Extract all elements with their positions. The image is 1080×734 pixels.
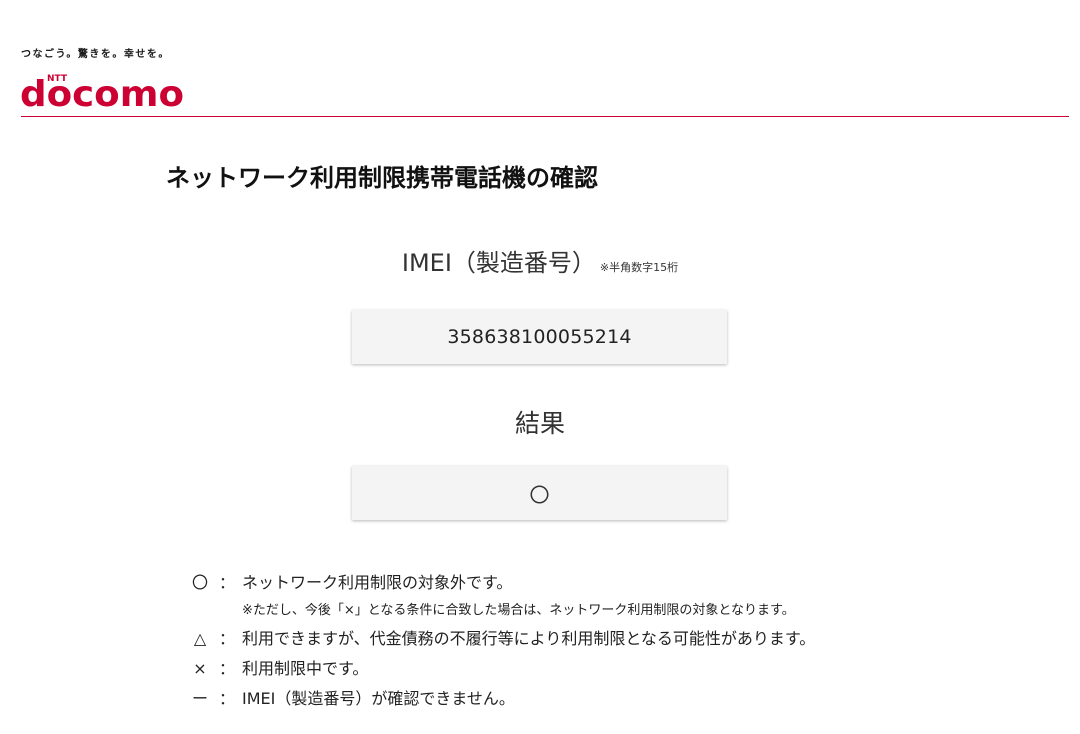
imei-format-note: ※半角数字15桁: [599, 261, 679, 274]
result-value: 〇: [529, 482, 550, 507]
imei-value-field[interactable]: 358638100055214: [352, 310, 727, 364]
legend-item-unknown: ー ： IMEI（製造番号）が確認できません。: [188, 684, 815, 714]
legend-colon: ：: [218, 573, 235, 592]
legend-item-ok: 〇 ： ネットワーク利用制限の対象外です。: [188, 568, 815, 598]
legend-note: ※ただし、今後「×」となる条件に合致した場合は、ネットワーク利用制限の対象となり…: [242, 603, 795, 618]
legend-item-restricted: × ： 利用制限中です。: [188, 654, 815, 684]
legend-symbol-cross: ×: [193, 659, 207, 678]
legend-symbol-triangle: △: [193, 629, 207, 648]
legend-colon: ：: [218, 629, 235, 648]
imei-label-row: IMEI（製造番号） ※半角数字15桁: [0, 243, 1080, 278]
brand-tagline: つなごう。驚きを。幸せを。: [21, 49, 170, 60]
header-divider: [21, 116, 1069, 117]
logo-docomo-text: docomo: [20, 74, 184, 112]
legend-symbol-circle: 〇: [191, 573, 208, 592]
legend-text: 利用制限中です。: [242, 659, 369, 678]
legend-colon: ：: [218, 689, 235, 708]
result-label: 結果: [514, 409, 565, 438]
docomo-logo[interactable]: NTT docomo: [20, 70, 186, 112]
legend-symbol-dash: ー: [191, 689, 208, 708]
legend-text: ネットワーク利用制限の対象外です。: [242, 573, 513, 592]
result-field: 〇: [352, 466, 727, 520]
page-title: ネットワーク利用制限携帯電話機の確認: [166, 164, 598, 192]
legend-colon: ：: [218, 659, 235, 678]
legend-item-warning: △ ： 利用できますが、代金債務の不履行等により利用制限となる可能性があります。: [188, 624, 815, 654]
imei-label: IMEI（製造番号）: [401, 249, 596, 277]
result-legend: 〇 ： ネットワーク利用制限の対象外です。 ※ただし、今後「×」となる条件に合致…: [188, 568, 815, 714]
legend-text: IMEI（製造番号）が確認できません。: [242, 689, 515, 708]
page: つなごう。驚きを。幸せを。 NTT docomo ネットワーク利用制限携帯電話機…: [0, 0, 1080, 734]
legend-text: 利用できますが、代金債務の不履行等により利用制限となる可能性があります。: [242, 629, 816, 648]
imei-value: 358638100055214: [447, 326, 632, 348]
